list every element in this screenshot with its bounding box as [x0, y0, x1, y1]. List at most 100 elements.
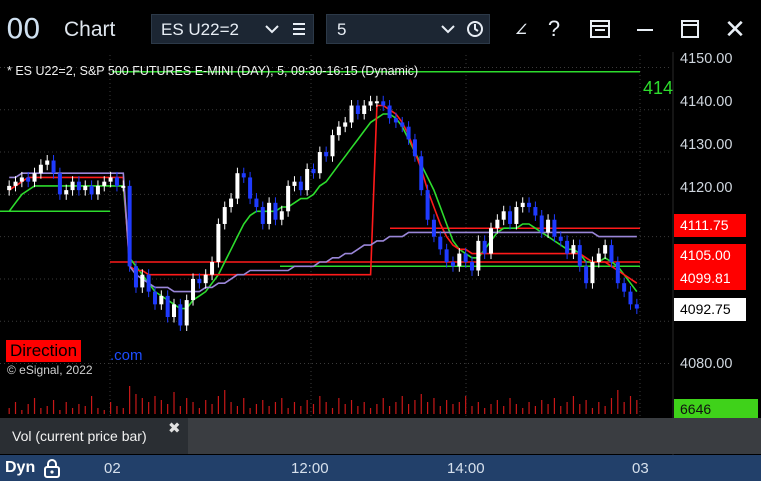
down-candle — [469, 262, 474, 271]
down-candle — [260, 207, 265, 224]
up-candle — [374, 101, 379, 104]
down-candle — [412, 139, 417, 157]
close-icon[interactable]: ✖ — [168, 419, 181, 437]
down-candle — [178, 304, 183, 326]
up-candle — [349, 105, 354, 123]
down-candle — [165, 295, 170, 318]
price-badge-red-mid: 4105.00 — [674, 244, 746, 267]
lock-icon[interactable] — [43, 457, 61, 481]
up-candle — [546, 219, 551, 233]
down-candle — [508, 211, 513, 224]
volume-legend-label: Vol (current price bar) — [12, 428, 147, 444]
grid-lines — [0, 55, 672, 455]
up-candle — [38, 164, 43, 174]
up-candle — [203, 274, 208, 284]
down-candle — [241, 173, 246, 178]
down-candle — [577, 245, 582, 267]
down-candle — [533, 207, 538, 216]
down-candle — [355, 105, 360, 114]
direction-label: Direction — [6, 340, 82, 362]
up-candle — [457, 253, 462, 267]
down-candle — [400, 122, 405, 127]
time-axis-label: 03 — [632, 460, 649, 477]
last-price-badge: 4092.75 — [674, 298, 746, 321]
down-candle — [51, 160, 56, 174]
down-candle — [444, 249, 449, 263]
down-candle — [393, 118, 398, 123]
price-axis-label: 4120.00 — [680, 180, 733, 196]
down-candle — [438, 236, 443, 250]
up-candle — [121, 185, 126, 188]
up-candle — [184, 300, 189, 326]
up-candle — [159, 295, 164, 305]
down-candle — [558, 236, 563, 241]
up-candle — [343, 122, 348, 127]
down-candle — [565, 240, 570, 254]
up-candle — [336, 126, 341, 136]
down-candle — [622, 283, 627, 292]
up-candle — [70, 181, 75, 191]
dynamic-mode-label[interactable]: Dyn — [5, 459, 35, 477]
volume-strip-right — [673, 418, 761, 454]
down-candle — [609, 245, 614, 263]
down-candle — [431, 219, 436, 237]
up-candle — [520, 202, 525, 208]
down-candle — [425, 190, 430, 220]
price-axis-label: 4150.00 — [680, 51, 733, 67]
down-candle — [146, 274, 151, 292]
down-candle — [584, 266, 589, 284]
up-candle — [83, 185, 88, 191]
candles — [7, 95, 639, 331]
up-candle — [501, 211, 506, 220]
price-badge-red-upper: 4111.75 — [674, 214, 746, 237]
volume-legend[interactable]: Vol (current price bar) ✖ — [0, 418, 188, 454]
down-candle — [634, 304, 639, 309]
up-candle — [317, 152, 322, 174]
down-candle — [387, 105, 392, 119]
down-candle — [628, 291, 633, 305]
down-candle — [26, 177, 31, 182]
up-candle — [140, 274, 145, 288]
down-candle — [450, 262, 455, 267]
up-candle — [362, 105, 367, 114]
up-candle — [603, 245, 608, 254]
down-candle — [114, 177, 119, 186]
time-axis-label: 14:00 — [447, 460, 485, 477]
down-candle — [298, 181, 303, 191]
up-candle — [95, 185, 100, 195]
down-candle — [248, 177, 253, 199]
price-axis-label: 4080.00 — [680, 356, 733, 372]
down-candle — [133, 266, 138, 288]
up-candle — [191, 278, 196, 301]
up-candle — [222, 207, 227, 224]
down-candle — [552, 219, 557, 237]
up-candle — [216, 223, 221, 263]
up-candle — [229, 198, 234, 208]
down-candle — [57, 173, 62, 195]
up-candle — [210, 262, 215, 275]
down-candle — [273, 202, 278, 220]
up-candle — [7, 185, 12, 191]
price-axis-label: 4130.00 — [680, 137, 733, 153]
up-candle — [64, 190, 69, 195]
up-candle — [330, 135, 335, 157]
time-axis[interactable]: Dyn 02 12:00 14:00 03 — [0, 455, 761, 481]
down-candle — [197, 278, 202, 284]
up-candle — [235, 173, 240, 199]
volume-strip — [188, 418, 673, 454]
up-candle — [495, 219, 500, 229]
up-candle — [305, 168, 310, 191]
volume-bars — [8, 386, 638, 414]
down-candle — [406, 126, 411, 140]
moving-average-lines — [8, 104, 638, 310]
up-candle — [514, 207, 519, 224]
up-candle — [172, 304, 177, 318]
up-candle — [489, 228, 494, 254]
up-candle — [590, 262, 595, 284]
down-candle — [152, 291, 157, 305]
up-candle — [32, 173, 37, 182]
time-axis-label: 12:00 — [291, 460, 329, 477]
up-candle — [286, 185, 291, 212]
down-candle — [76, 181, 81, 191]
up-candle — [102, 181, 107, 186]
